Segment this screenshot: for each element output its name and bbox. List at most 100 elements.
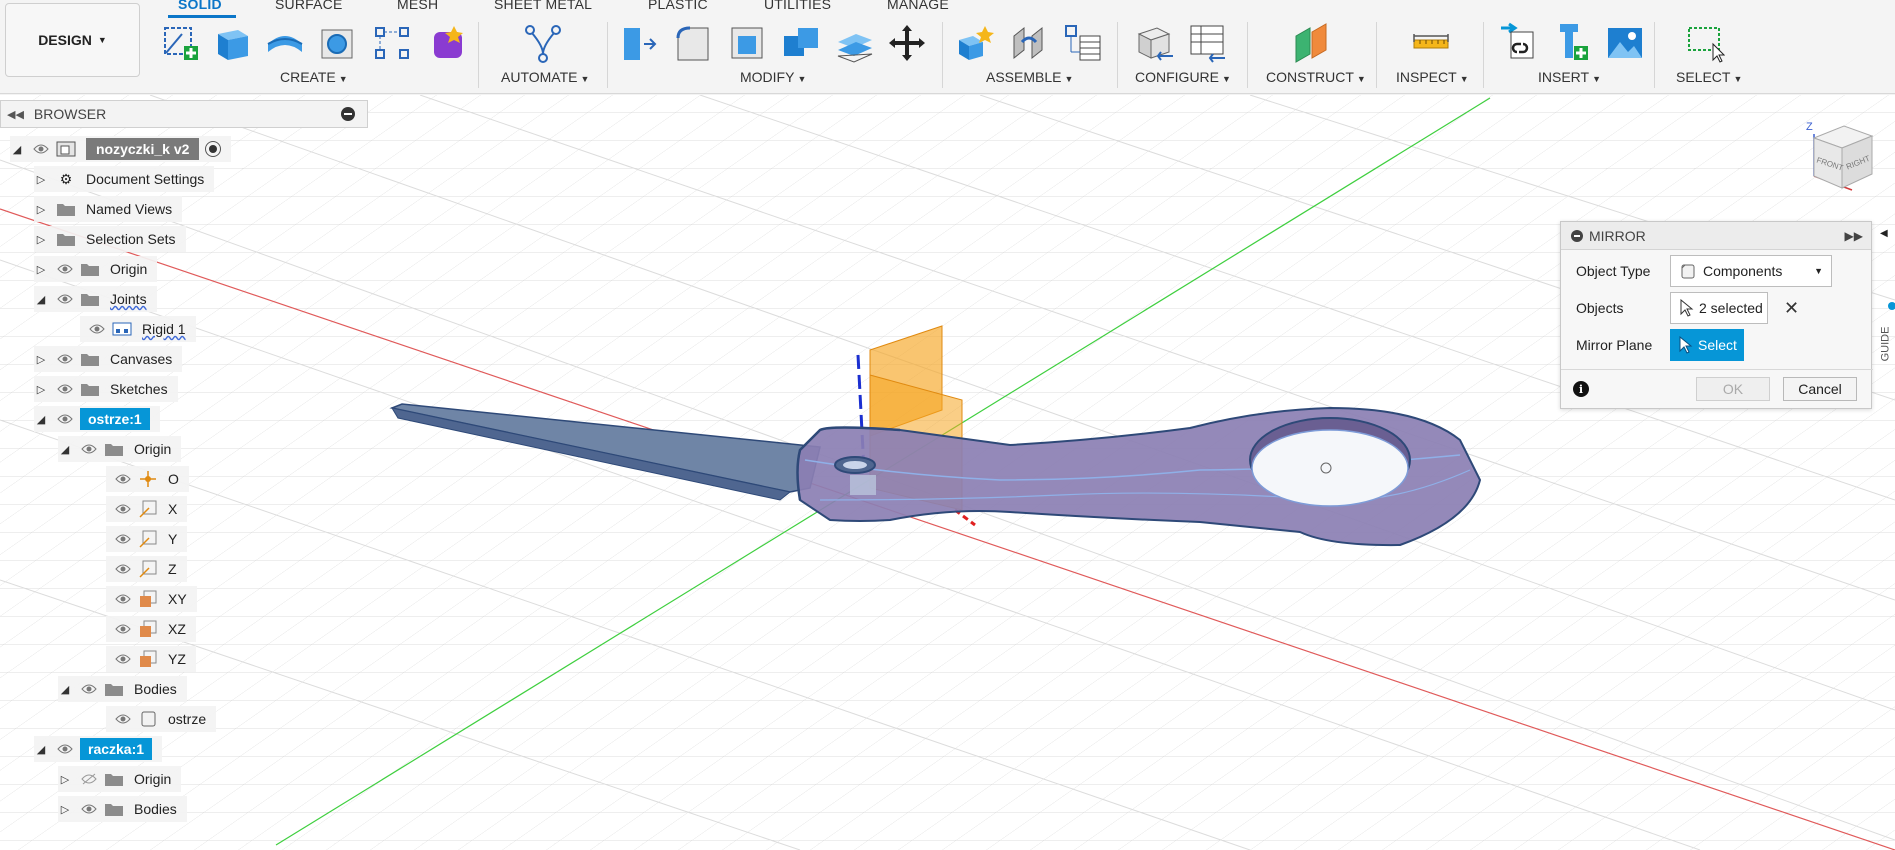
- object-type-select[interactable]: Components ▼: [1670, 255, 1832, 287]
- insert-mcmaster-icon[interactable]: [1550, 22, 1592, 64]
- eye-icon[interactable]: [80, 440, 98, 458]
- extrude-icon[interactable]: [212, 22, 254, 64]
- eye-icon[interactable]: [114, 560, 132, 578]
- eye-icon[interactable]: [32, 140, 50, 158]
- tree-item-plane-xy[interactable]: XY: [106, 586, 197, 612]
- configure-icon[interactable]: [1135, 22, 1177, 64]
- tab-solid[interactable]: SOLID: [178, 0, 222, 12]
- collapse-triangle-icon[interactable]: ◢: [10, 143, 24, 156]
- shell-icon[interactable]: [726, 22, 768, 64]
- group-select[interactable]: SELECT ▼: [1676, 69, 1742, 85]
- tab-plastic[interactable]: PLASTIC: [648, 0, 708, 12]
- new-component-icon[interactable]: [955, 22, 997, 64]
- eye-icon[interactable]: [56, 410, 74, 428]
- ok-button[interactable]: OK: [1696, 377, 1770, 401]
- tab-surface[interactable]: SURFACE: [275, 0, 343, 12]
- eye-icon[interactable]: [114, 710, 132, 728]
- expand-triangle-icon[interactable]: ▷: [34, 233, 48, 246]
- tree-item-origin[interactable]: ▷ Origin: [34, 256, 158, 282]
- expand-dialog-icon[interactable]: ▶▶: [1845, 229, 1863, 243]
- tab-mesh[interactable]: MESH: [397, 0, 438, 12]
- expand-triangle-icon[interactable]: ▷: [34, 263, 48, 276]
- eye-icon[interactable]: [56, 260, 74, 278]
- tab-utilities[interactable]: UTILITIES: [764, 0, 831, 12]
- group-insert[interactable]: INSERT ▼: [1538, 69, 1601, 85]
- cancel-button[interactable]: Cancel: [1783, 377, 1857, 401]
- tree-item-axis-x[interactable]: X: [106, 496, 188, 522]
- eye-icon[interactable]: [56, 350, 74, 368]
- activate-radio-icon[interactable]: [205, 141, 222, 157]
- minimize-icon[interactable]: [341, 107, 355, 121]
- tree-item-plane-xz[interactable]: XZ: [106, 616, 196, 642]
- eye-icon[interactable]: [80, 680, 98, 698]
- view-cube[interactable]: Z FRONT RIGHT: [1800, 118, 1880, 198]
- tree-item-joints[interactable]: ◢ Joints: [34, 286, 157, 312]
- eye-icon[interactable]: [56, 380, 74, 398]
- combine-icon[interactable]: [780, 22, 822, 64]
- eye-icon[interactable]: [114, 590, 132, 608]
- measure-icon[interactable]: [1410, 22, 1452, 64]
- expand-triangle-icon[interactable]: ▷: [58, 773, 72, 786]
- joint-icon[interactable]: [1008, 22, 1050, 64]
- group-automate[interactable]: AUTOMATE ▼: [501, 69, 589, 85]
- info-icon[interactable]: i: [1573, 381, 1589, 397]
- expand-triangle-icon[interactable]: ▷: [34, 203, 48, 216]
- group-create[interactable]: CREATE ▼: [280, 69, 348, 85]
- objects-selection[interactable]: 2 selected: [1670, 292, 1768, 324]
- eye-icon[interactable]: [114, 530, 132, 548]
- create-form-icon[interactable]: [428, 22, 470, 64]
- expand-triangle-icon[interactable]: ▷: [34, 383, 48, 396]
- insert-canvas-icon[interactable]: [1604, 22, 1646, 64]
- mirror-plane-select-button[interactable]: Select: [1670, 329, 1744, 361]
- configuration-table-icon[interactable]: [1187, 22, 1229, 64]
- eye-icon[interactable]: [114, 650, 132, 668]
- eye-icon[interactable]: [114, 470, 132, 488]
- window-select-icon[interactable]: [1683, 22, 1725, 64]
- collapse-triangle-icon[interactable]: ◢: [58, 443, 72, 456]
- tree-item-bodies[interactable]: ◢ Bodies: [58, 676, 187, 702]
- move-icon[interactable]: [886, 22, 928, 64]
- collapse-right-icon[interactable]: ◀: [1880, 228, 1888, 239]
- eye-icon[interactable]: [114, 620, 132, 638]
- tree-item-axis-y[interactable]: Y: [106, 526, 188, 552]
- eye-icon[interactable]: [114, 500, 132, 518]
- eye-hidden-icon[interactable]: [80, 770, 98, 788]
- tree-item-component-raczka[interactable]: ◢ raczka:1: [34, 736, 163, 762]
- guide-side-tab[interactable]: ◀ GUIDE: [1879, 220, 1895, 380]
- tree-item-component-origin[interactable]: ◢ Origin: [58, 436, 182, 462]
- tab-sheet-metal[interactable]: SHEET METAL: [494, 0, 592, 12]
- browser-header[interactable]: ◀◀ BROWSER: [0, 100, 368, 128]
- create-sketch-icon[interactable]: [160, 22, 202, 64]
- tree-item-rigid-joint[interactable]: Rigid 1: [80, 316, 196, 342]
- expand-triangle-icon[interactable]: ▷: [34, 353, 48, 366]
- tree-item-component-ostrze[interactable]: ◢ ostrze:1: [34, 406, 160, 432]
- collapse-triangle-icon[interactable]: ◢: [58, 683, 72, 696]
- eye-icon[interactable]: [88, 320, 106, 338]
- press-pull-icon[interactable]: [618, 22, 660, 64]
- group-configure[interactable]: CONFIGURE ▼: [1135, 69, 1231, 85]
- tree-item-body-ostrze[interactable]: ostrze: [106, 706, 217, 732]
- tree-item-raczka-origin[interactable]: ▷ Origin: [58, 766, 182, 792]
- tree-item-origin-point[interactable]: O: [106, 466, 189, 492]
- collapse-triangle-icon[interactable]: ◢: [34, 743, 48, 756]
- fillet-icon[interactable]: [672, 22, 714, 64]
- collapse-triangle-icon[interactable]: ◢: [34, 413, 48, 426]
- tab-manage[interactable]: MANAGE: [887, 0, 949, 12]
- offset-face-icon[interactable]: [834, 22, 876, 64]
- clear-selection-icon[interactable]: ✕: [1784, 298, 1799, 319]
- collapse-dialog-icon[interactable]: [1571, 229, 1583, 242]
- revolve-icon[interactable]: [264, 22, 306, 64]
- tree-item-raczka-bodies[interactable]: ▷ Bodies: [58, 796, 187, 822]
- tree-item-plane-yz[interactable]: YZ: [106, 646, 196, 672]
- bill-of-materials-icon[interactable]: [1062, 22, 1104, 64]
- collapse-left-icon[interactable]: ◀◀: [7, 108, 24, 121]
- tree-root[interactable]: ◢ nozyczki_k v2: [10, 136, 232, 162]
- tree-item-sketches[interactable]: ▷ Sketches: [34, 376, 178, 402]
- eye-icon[interactable]: [56, 740, 74, 758]
- tree-item-document-settings[interactable]: ▷ ⚙ Document Settings: [34, 166, 215, 192]
- eye-icon[interactable]: [56, 290, 74, 308]
- construct-plane-icon[interactable]: [1290, 22, 1332, 64]
- group-modify[interactable]: MODIFY ▼: [740, 69, 806, 85]
- expand-triangle-icon[interactable]: ▷: [58, 803, 72, 816]
- automate-icon[interactable]: [522, 22, 564, 64]
